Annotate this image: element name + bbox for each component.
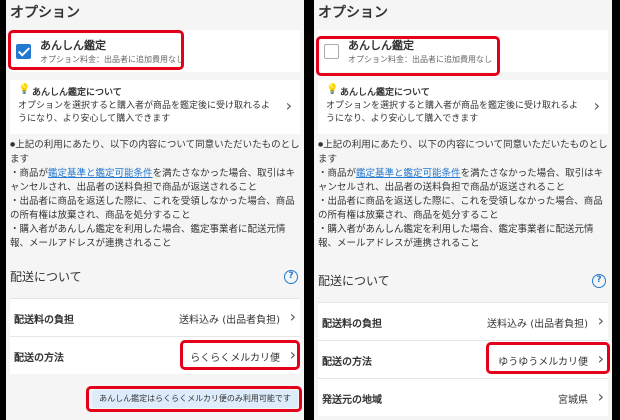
shipping-fee-label: 配送料の負担 xyxy=(322,319,382,330)
shipping-fee-label: 配送料の負担 xyxy=(14,315,74,326)
terms-item2: ・出品者に商品を返送した際に、これを受領しなかった場合、商品の所有権は放棄され、… xyxy=(318,195,603,221)
terms-text: ●上記の利用にあたり、以下の内容について同意いただいたものとします ・商品が鑑定… xyxy=(10,138,302,251)
chevron-right-icon: › xyxy=(593,96,600,115)
anshin-about-title: あんしん鑑定について xyxy=(32,88,122,98)
shipping-method-label: 配送の方法 xyxy=(14,353,64,364)
help-icon[interactable]: ? xyxy=(284,270,298,284)
shipping-fee-row[interactable]: 配送料の負担 送料込み (出品者負担) › xyxy=(318,302,608,340)
shipping-fee-row[interactable]: 配送料の負担 送料込み (出品者負担) › xyxy=(10,298,300,336)
chevron-right-icon: › xyxy=(597,311,604,330)
link-kantei-kanou-jouken[interactable]: 鑑定可能条件 xyxy=(404,168,461,179)
section-title-options: オプション xyxy=(318,5,388,21)
terms-text: ●上記の利用にあたり、以下の内容について同意いただいたものとします ・商品が鑑定… xyxy=(318,138,610,251)
chevron-right-icon: › xyxy=(285,96,292,115)
anshin-about-desc: オプションを選択すると購入者が商品を鑑定後に受け取れるようになり、より安心して購… xyxy=(326,101,579,124)
anshin-about-desc: オプションを選択すると購入者が商品を鑑定後に受け取れるようになり、より安心して購… xyxy=(18,101,271,124)
highlight-box xyxy=(86,386,302,412)
terms-and: と xyxy=(86,167,96,179)
shipping-origin-row[interactable]: 発送元の地域 宮城県 › xyxy=(318,378,608,416)
terms-item1-prefix: ・商品が xyxy=(318,167,357,179)
help-icon[interactable]: ? xyxy=(592,274,606,288)
terms-and: と xyxy=(394,167,404,179)
terms-item1-prefix: ・商品が xyxy=(10,167,49,179)
terms-intro: 上記の利用にあたり、以下の内容について同意いただいたものとします xyxy=(10,139,300,165)
lightbulb-icon: 💡 xyxy=(326,84,339,95)
chevron-right-icon: › xyxy=(289,307,296,326)
section-title-options: オプション xyxy=(10,5,80,21)
terms-item2: ・出品者に商品を返送した際に、これを受領しなかった場合、商品の所有権は放棄され、… xyxy=(10,195,295,221)
shipping-section-title: 配送について xyxy=(10,270,82,284)
right-screen: オプション あんしん鑑定 オプション料金：出品者に追加費用なし 💡 あんしん鑑定… xyxy=(314,0,612,420)
highlight-box xyxy=(8,30,184,70)
link-kantei-kijun[interactable]: 鑑定基準 xyxy=(48,168,86,179)
terms-item3: ・購入者があんしん鑑定を利用した場合、鑑定事業者に配送元情報、メールアドレスが連… xyxy=(318,223,594,249)
anshin-about-card[interactable]: 💡 あんしん鑑定について オプションを選択すると購入者が商品を鑑定後に受け取れる… xyxy=(318,80,608,134)
lightbulb-icon: 💡 xyxy=(18,84,31,95)
shipping-fee-value: 送料込み (出品者負担) xyxy=(487,319,588,330)
highlight-box xyxy=(316,36,500,76)
shipping-method-label: 配送の方法 xyxy=(322,357,372,368)
link-kantei-kanou-jouken[interactable]: 鑑定可能条件 xyxy=(96,168,153,179)
left-screen: オプション あんしん鑑定 オプション料金：出品者に追加費用なし 💡 あんしん鑑定… xyxy=(6,0,304,420)
terms-item3: ・購入者があんしん鑑定を利用した場合、鑑定事業者に配送元情報、メールアドレスが連… xyxy=(10,223,286,249)
link-kantei-kijun[interactable]: 鑑定基準 xyxy=(356,168,394,179)
anshin-about-title: あんしん鑑定について xyxy=(340,88,430,98)
terms-intro: 上記の利用にあたり、以下の内容について同意いただいたものとします xyxy=(318,139,608,165)
shipping-section-title: 配送について xyxy=(318,274,390,288)
shipping-origin-label: 発送元の地域 xyxy=(322,395,382,406)
highlight-box xyxy=(180,340,300,370)
shipping-fee-value: 送料込み (出品者負担) xyxy=(179,315,280,326)
shipping-origin-value: 宮城県 xyxy=(558,395,588,406)
anshin-about-card[interactable]: 💡 あんしん鑑定について オプションを選択すると購入者が商品を鑑定後に受け取れる… xyxy=(10,80,300,134)
highlight-box xyxy=(486,342,610,374)
chevron-right-icon: › xyxy=(597,387,604,406)
